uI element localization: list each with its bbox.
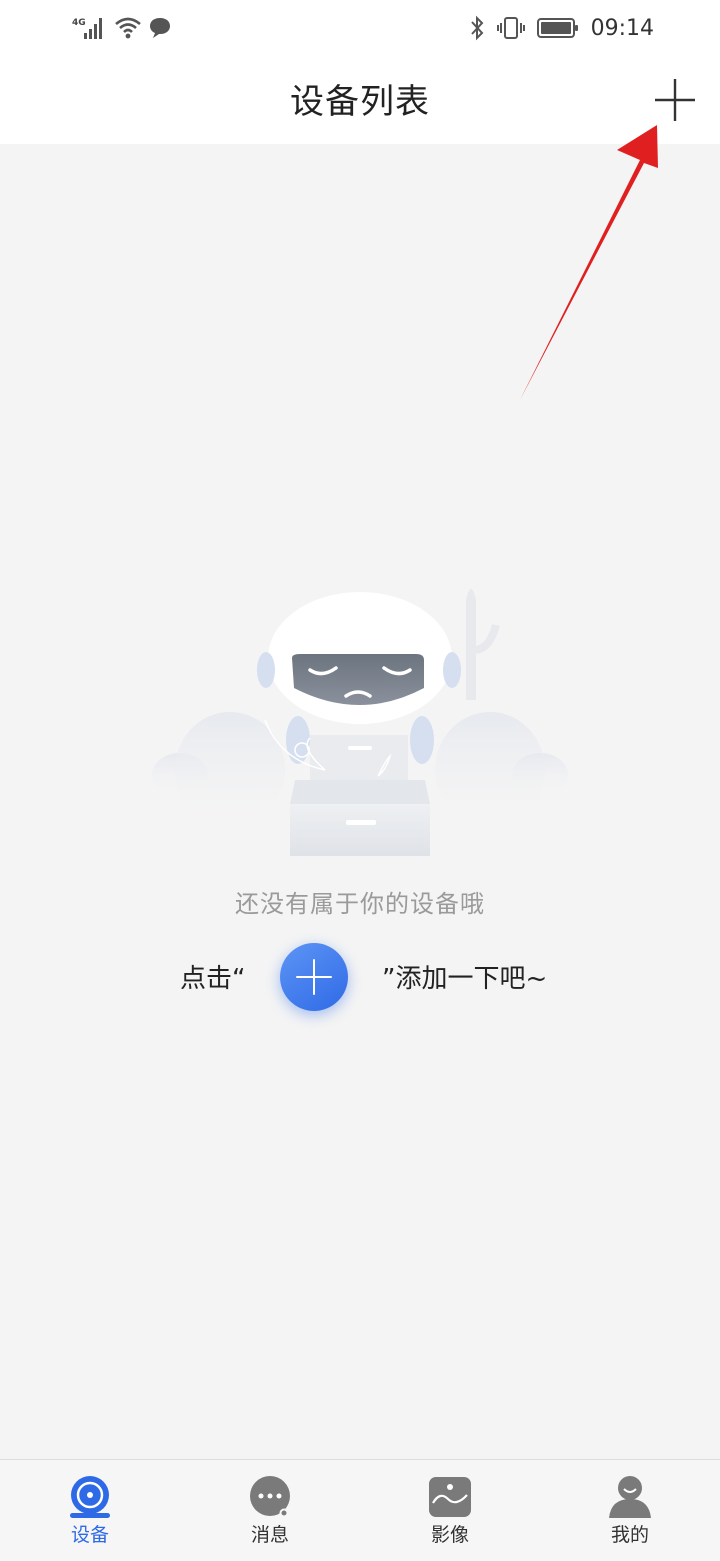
nav-label-gallery: 影像 bbox=[430, 1524, 469, 1546]
bluetooth-icon bbox=[470, 15, 483, 41]
vibrate-icon bbox=[496, 17, 525, 39]
network-type-label: 4G bbox=[72, 18, 86, 28]
nav-label-profile: 我的 bbox=[610, 1524, 649, 1546]
nav-label-devices: 设备 bbox=[70, 1524, 109, 1546]
add-device-button[interactable] bbox=[650, 76, 700, 126]
bottom-nav: 设备 消息 影像 我的 bbox=[0, 1459, 720, 1561]
battery-icon bbox=[536, 18, 578, 38]
nav-item-gallery[interactable]: 影像 bbox=[360, 1460, 540, 1561]
nav-label-messages: 消息 bbox=[250, 1524, 289, 1546]
wifi-icon bbox=[115, 17, 141, 39]
plus-icon bbox=[655, 79, 695, 121]
empty-state-message: 还没有属于你的设备哦 bbox=[235, 890, 485, 918]
add-device-round-button[interactable] bbox=[280, 943, 348, 1011]
person-icon bbox=[609, 1476, 651, 1518]
nav-item-messages[interactable]: 消息 bbox=[180, 1460, 360, 1561]
nav-item-profile[interactable]: 我的 bbox=[540, 1460, 720, 1561]
camera-icon bbox=[70, 1476, 110, 1518]
hint-text-after: ”添加一下吧~ bbox=[382, 964, 548, 994]
gallery-icon bbox=[429, 1477, 471, 1517]
nav-item-devices[interactable]: 设备 bbox=[0, 1460, 180, 1561]
header: 设备列表 bbox=[0, 56, 720, 144]
status-time: 09:14 bbox=[590, 15, 654, 41]
robot-empty-drawer-illustration bbox=[152, 589, 568, 856]
status-bar: 4G 09:14 bbox=[0, 0, 720, 56]
page-title: 设备列表 bbox=[290, 82, 430, 122]
message-dots-icon bbox=[250, 1476, 290, 1518]
hint-text-before: 点击“ bbox=[180, 964, 246, 994]
message-icon bbox=[150, 18, 170, 38]
signal-icon: 4G bbox=[72, 18, 102, 39]
